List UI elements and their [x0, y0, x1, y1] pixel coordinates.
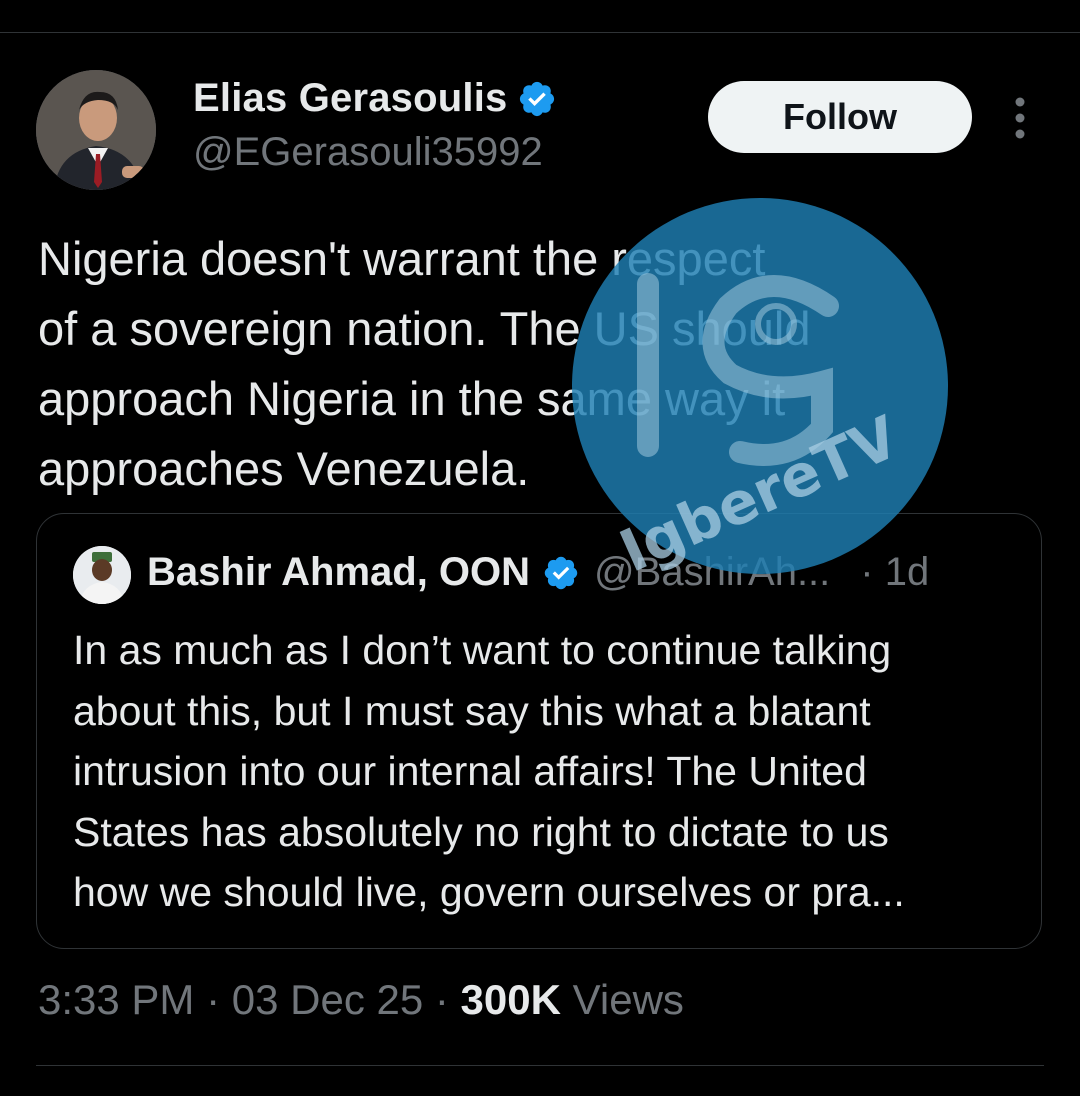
bottom-divider — [36, 1065, 1044, 1066]
author-avatar[interactable] — [36, 70, 156, 190]
quoted-author-avatar[interactable] — [73, 546, 131, 604]
quoted-timestamp: · 1d — [860, 550, 930, 594]
quoted-tweet-card[interactable]: Bashir Ahmad, OON @BashirAh... · 1d In a… — [36, 513, 1042, 949]
quoted-author-avatar-image — [73, 546, 131, 604]
tweet-date[interactable]: 03 Dec 25 — [232, 976, 423, 1023]
views-label: Views — [560, 976, 684, 1023]
quoted-text-line: how we should live, govern ourselves or … — [73, 869, 905, 915]
follow-button[interactable]: Follow — [708, 81, 972, 153]
tweet-text-line: of a sovereign nation. The US should — [38, 302, 811, 355]
views-count[interactable]: 300K — [461, 976, 561, 1023]
quoted-tweet-text: In as much as I don’t want to continue t… — [73, 620, 1033, 923]
author-avatar-image — [36, 70, 156, 190]
tweet-text: Nigeria doesn't warrant the respect of a… — [38, 224, 998, 504]
tweet-text-line: Nigeria doesn't warrant the respect — [38, 232, 766, 285]
tweet-time[interactable]: 3:33 PM — [38, 976, 194, 1023]
quoted-text-line: intrusion into our internal affairs! The… — [73, 748, 867, 794]
tweet-text-line: approach Nigeria in the same way it — [38, 372, 786, 425]
tweet-text-line: approaches Venezuela. — [38, 442, 530, 495]
tweet-meta: 3:33 PM · 03 Dec 25 · 300K Views — [38, 976, 684, 1024]
quoted-display-name: Bashir Ahmad, OON — [147, 550, 531, 594]
author-handle[interactable]: @EGerasouli35992 — [193, 130, 543, 175]
top-divider — [0, 32, 1080, 33]
author-name-row: Elias Gerasoulis — [193, 76, 557, 121]
quoted-text-line: about this, but I must say this what a b… — [73, 687, 871, 734]
meta-separator: · — [194, 976, 232, 1023]
quoted-verified-badge-icon — [544, 556, 578, 589]
quoted-header: Bashir Ahmad, OON @BashirAh... · 1d — [147, 550, 929, 595]
verified-badge-icon — [520, 81, 555, 116]
quoted-text-line: In as much as I don’t want to continue t… — [73, 627, 892, 673]
meta-separator: · — [423, 976, 461, 1023]
quoted-handle: @BashirAh... — [594, 550, 831, 594]
author-display-name[interactable]: Elias Gerasoulis — [193, 76, 507, 121]
quoted-text-line: States has absolutely no right to dictat… — [73, 808, 889, 855]
more-options-icon[interactable] — [1004, 96, 1036, 140]
